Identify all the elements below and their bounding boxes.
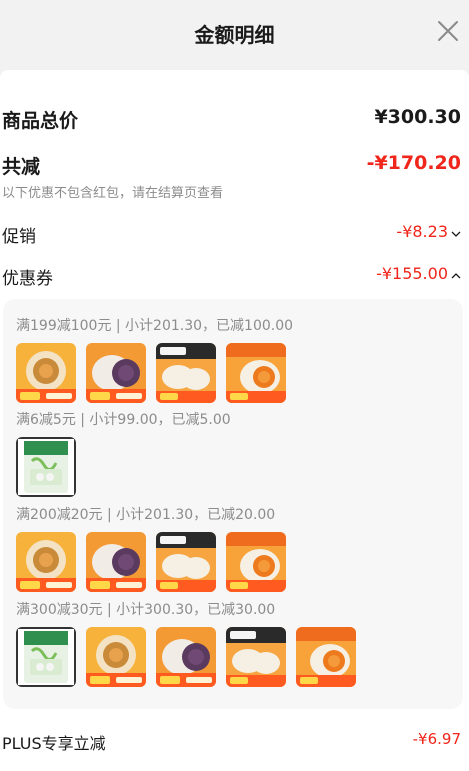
coupon-group-thumbs: [16, 343, 296, 403]
plus-value: -¥6.97: [412, 730, 461, 748]
promo-label: 促销: [2, 227, 36, 247]
coupon-label: 优惠券: [2, 269, 53, 289]
total-reduce-row: 共减 -¥170.20: [0, 152, 469, 178]
sheet-header: 金额明细: [0, 0, 469, 64]
close-icon[interactable]: [435, 18, 461, 44]
total-reduce-label: 共减: [2, 156, 41, 178]
plus-row: PLUS专享立减 -¥6.97: [0, 730, 469, 754]
total-price-label: 商品总价: [2, 110, 79, 132]
product-thumbnail[interactable]: [16, 532, 76, 592]
product-thumbnail[interactable]: [16, 343, 76, 403]
plus-label: PLUS专享立减: [2, 734, 106, 753]
product-thumbnail[interactable]: [156, 343, 216, 403]
chevron-down-icon[interactable]: [451, 223, 461, 242]
chevron-up-icon[interactable]: [451, 265, 461, 284]
product-thumbnail[interactable]: [226, 627, 286, 687]
product-thumbnail[interactable]: [86, 627, 146, 687]
coupon-group-title: 满199减100元 | 小计201.30，已减100.00: [16, 318, 294, 334]
product-thumbnail[interactable]: [86, 532, 146, 592]
coupon-group-thumbs: [16, 437, 86, 497]
coupon-detail-panel: 满199减100元 | 小计201.30，已减100.00 满6减5元 | 小计…: [3, 299, 463, 709]
product-thumbnail[interactable]: [296, 627, 356, 687]
coupon-group-thumbs: [16, 532, 296, 592]
total-price-value: ¥300.30: [374, 106, 461, 128]
product-thumbnail[interactable]: [16, 437, 76, 497]
product-thumbnail[interactable]: [86, 343, 146, 403]
product-thumbnail[interactable]: [156, 627, 216, 687]
promo-row[interactable]: 促销 -¥8.23: [0, 222, 469, 247]
coupon-value: -¥155.00: [376, 264, 448, 283]
amount-detail-sheet: 商品总价 ¥300.30 共减 -¥170.20 以下优惠不包含红包，请在结算页…: [0, 70, 469, 771]
product-thumbnail[interactable]: [226, 343, 286, 403]
coupon-value-wrap: -¥155.00: [376, 264, 461, 284]
promo-value-wrap: -¥8.23: [396, 222, 461, 242]
reduce-note-row: 以下优惠不包含红包，请在结算页查看: [0, 182, 469, 201]
coupon-row[interactable]: 优惠券 -¥155.00: [0, 264, 469, 289]
total-price-row: 商品总价 ¥300.30: [0, 106, 469, 132]
coupon-group-thumbs: [16, 627, 366, 687]
coupon-group-title: 满200减20元 | 小计201.30，已减20.00: [16, 507, 276, 523]
reduce-note: 以下优惠不包含红包，请在结算页查看: [2, 186, 224, 201]
promo-value: -¥8.23: [396, 222, 448, 241]
product-thumbnail[interactable]: [16, 627, 76, 687]
product-thumbnail[interactable]: [226, 532, 286, 592]
total-reduce-value: -¥170.20: [366, 152, 461, 174]
coupon-group-title: 满6减5元 | 小计99.00，已减5.00: [16, 412, 231, 428]
coupon-group-title: 满300减30元 | 小计300.30，已减30.00: [16, 602, 276, 618]
sheet-title: 金额明细: [194, 23, 275, 47]
product-thumbnail[interactable]: [156, 532, 216, 592]
